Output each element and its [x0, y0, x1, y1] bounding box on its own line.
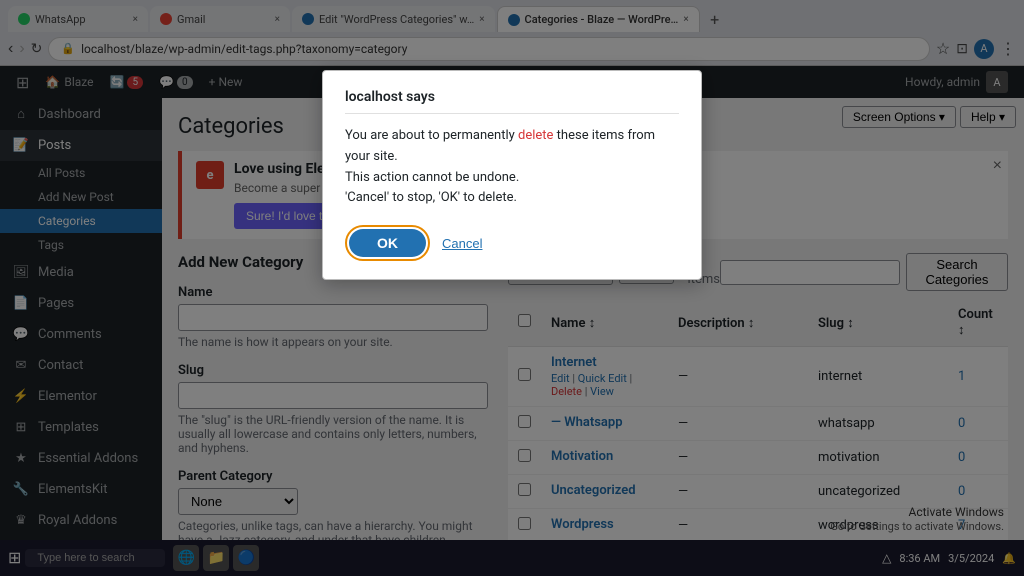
modal-body-pre: You are about to permanently — [345, 128, 515, 143]
cancel-modal-button[interactable]: Cancel — [442, 236, 482, 251]
modal-actions: OK Cancel — [345, 225, 679, 261]
modal-body: You are about to permanently delete thes… — [345, 126, 679, 209]
ok-button-wrapper: OK — [345, 225, 430, 261]
modal-body-line2: This action cannot be undone. — [345, 168, 679, 189]
ok-button[interactable]: OK — [349, 229, 426, 257]
modal-body-line1: You are about to permanently delete thes… — [345, 126, 679, 168]
modal-title-bar: localhost says — [345, 89, 679, 114]
delete-word: delete — [518, 128, 553, 143]
modal-dialog: localhost says You are about to permanen… — [322, 70, 702, 280]
modal-body-line3: 'Cancel' to stop, 'OK' to delete. — [345, 188, 679, 209]
modal-overlay: localhost says You are about to permanen… — [0, 0, 1024, 576]
modal-title-text: localhost says — [345, 89, 435, 105]
